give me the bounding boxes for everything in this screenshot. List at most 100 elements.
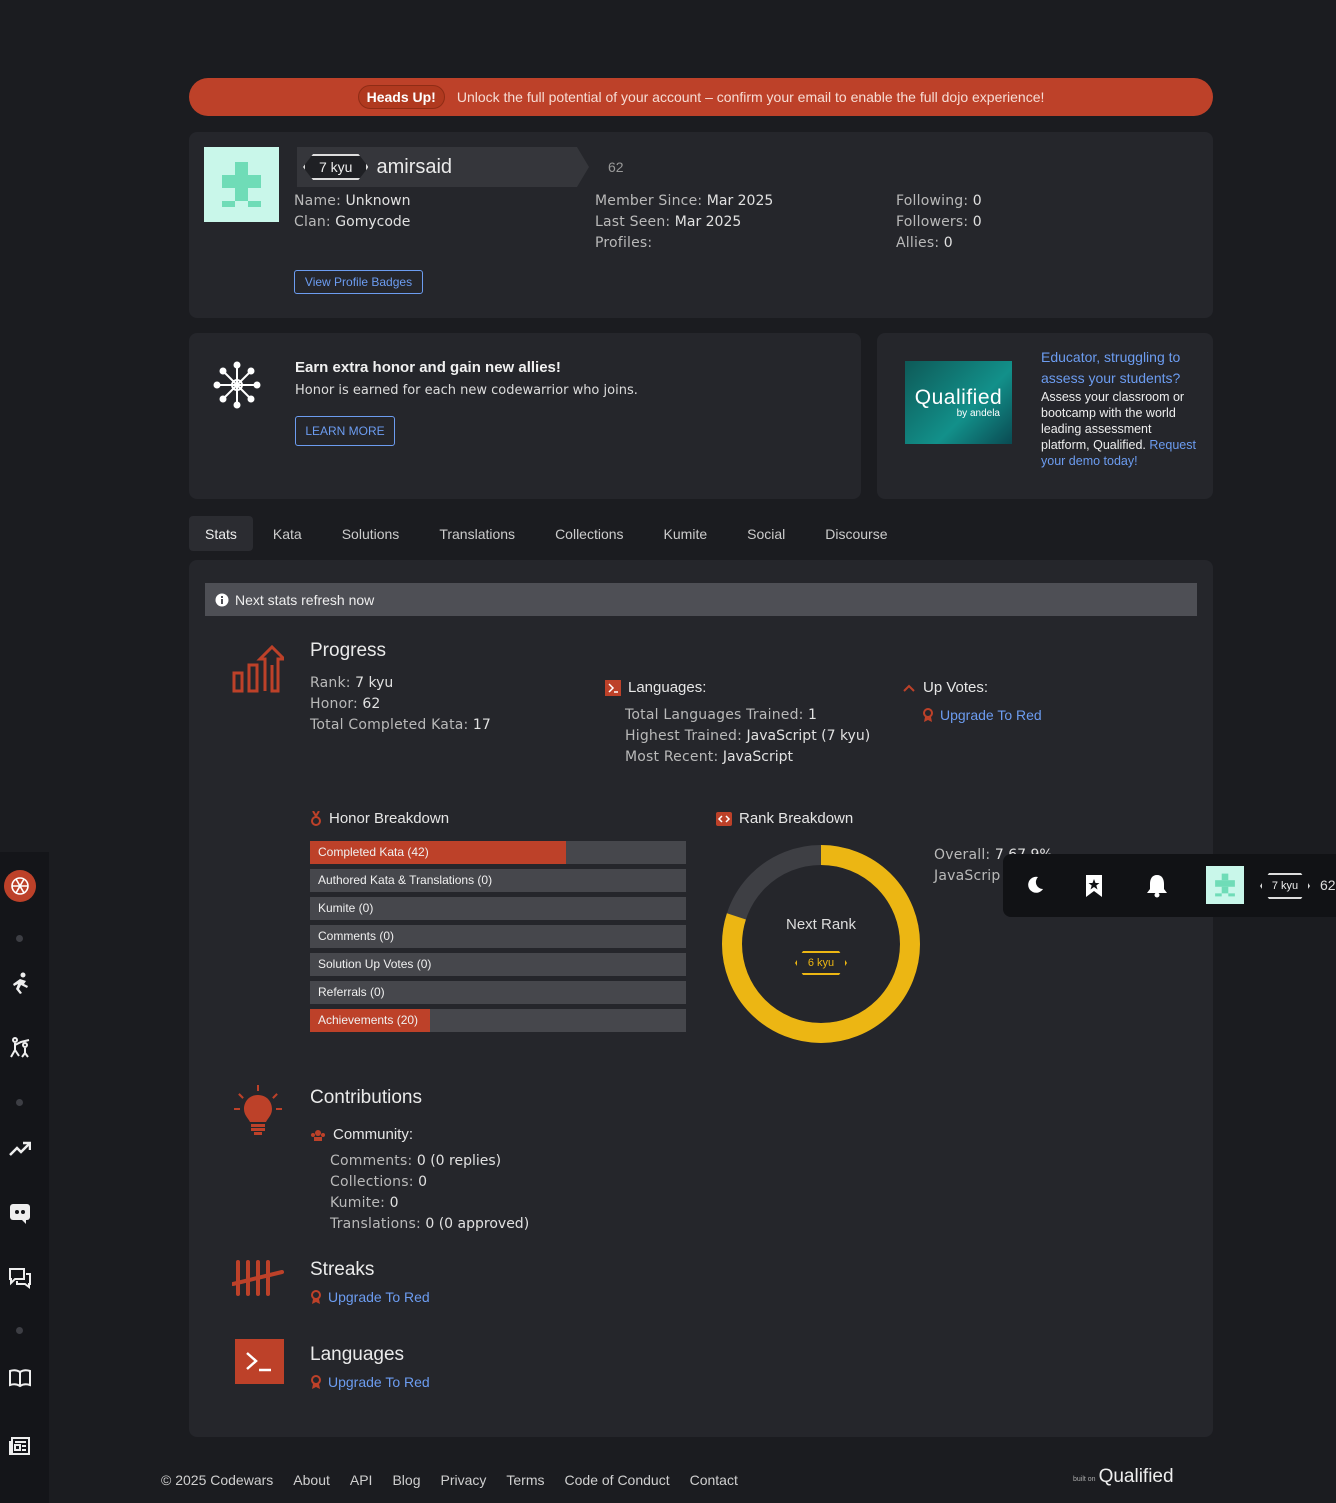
moon-icon[interactable]	[1025, 875, 1045, 895]
logo-mark	[4, 870, 36, 902]
footer-qualified-logo[interactable]: built on Qualified	[1073, 1466, 1174, 1488]
view-profile-badges-button[interactable]: View Profile Badges	[294, 270, 423, 294]
profile-info-col-1: Name: Unknown Clan: Gomycode	[294, 191, 410, 233]
martial-arts-icon	[10, 1037, 30, 1058]
codewars-logo-icon[interactable]	[0, 868, 40, 904]
info-icon	[215, 593, 229, 606]
qualified-ad-card[interactable]: Qualified by andela Educator, struggling…	[877, 333, 1213, 499]
qualified-logo[interactable]: Qualified by andela	[905, 361, 1012, 444]
honor-label: Honor:	[310, 696, 358, 712]
toolbar-rank-badge[interactable]: 7 kyu	[1260, 873, 1310, 899]
chat-bubbles-icon	[9, 1268, 31, 1289]
network-icon	[213, 361, 261, 409]
promo-title: Earn extra honor and gain new allies!	[295, 359, 561, 376]
languages-info: Total Languages Trained: 1 Highest Train…	[625, 705, 870, 768]
learn-more-button[interactable]: LEARN MORE	[295, 416, 395, 446]
tab-collections[interactable]: Collections	[535, 516, 643, 551]
rank-value: 7 kyu	[355, 675, 394, 691]
tab-kata[interactable]: Kata	[253, 516, 322, 551]
book-open-icon	[9, 1369, 31, 1388]
sidebar-item-leaderboards[interactable]	[0, 1136, 40, 1162]
running-icon	[13, 972, 28, 994]
footer-link-code-of-conduct[interactable]: Code of Conduct	[565, 1472, 670, 1488]
next-rank-badge: 6 kyu	[795, 951, 847, 975]
languages-subtitle-text: Languages:	[628, 679, 707, 696]
last-seen-value: Mar 2025	[674, 214, 742, 230]
honor-bar-label: Comments (0)	[318, 929, 395, 943]
tab-discourse[interactable]: Discourse	[805, 516, 907, 551]
bell-icon[interactable]	[1146, 874, 1168, 898]
tab-kumite[interactable]: Kumite	[644, 516, 728, 551]
collections-label: Collections:	[330, 1174, 414, 1190]
rank-breakdown-title-text: Rank Breakdown	[739, 810, 854, 827]
honor-value: 62	[362, 696, 381, 712]
streaks-upgrade-link[interactable]: Upgrade To Red	[328, 1289, 430, 1305]
progress-chart-icon	[232, 645, 284, 693]
footer-link-contact[interactable]: Contact	[690, 1472, 738, 1488]
sidebar-item-docs[interactable]	[0, 1364, 40, 1392]
user-toolbar: 7 kyu 62	[1003, 854, 1336, 917]
tally-marks-icon	[232, 1260, 284, 1296]
community-icon	[311, 1129, 325, 1141]
stats-refresh-notice: Next stats refresh now	[205, 583, 1197, 616]
sidebar-item-blog[interactable]	[0, 1432, 40, 1460]
most-recent-label: Most Recent:	[625, 749, 719, 765]
honor-breakdown-title: Honor Breakdown	[310, 810, 449, 827]
upgrade-to-red-link[interactable]: Upgrade To Red	[940, 707, 1042, 723]
clan-label: Clan:	[294, 214, 331, 230]
honor-bar-label: Completed Kata (42)	[318, 845, 429, 859]
tab-social[interactable]: Social	[727, 516, 805, 551]
upvotes-upgrade: Upgrade To Red	[922, 707, 1042, 723]
translations-label: Translations:	[330, 1216, 421, 1232]
languages-upgrade-link[interactable]: Upgrade To Red	[328, 1374, 430, 1390]
footer: © 2025 Codewars About API Blog Privacy T…	[161, 1472, 738, 1488]
translations-value: 0 (0 approved)	[425, 1216, 530, 1232]
honor-bar-label: Achievements (20)	[318, 1013, 419, 1027]
sidebar-item-dojo[interactable]	[0, 1034, 40, 1062]
kumite-value: 0	[389, 1195, 399, 1211]
sidebar-item-forum[interactable]	[0, 1264, 40, 1292]
banner-message[interactable]: Unlock the full potential of your accoun…	[457, 89, 1045, 105]
promo-text: Honor is earned for each new codewarrior…	[295, 383, 638, 398]
tab-solutions[interactable]: Solutions	[322, 516, 420, 551]
username: amirsaid	[376, 155, 453, 178]
profiles-label: Profiles:	[595, 235, 653, 251]
ribbon-icon	[923, 707, 933, 722]
tab-translations[interactable]: Translations	[419, 516, 535, 551]
terminal-icon	[605, 679, 621, 696]
toolbar-avatar[interactable]	[1206, 866, 1244, 904]
bookmark-icon[interactable]	[1085, 874, 1103, 898]
javascript-label: JavaScrip	[934, 868, 1001, 884]
comments-value: 0 (0 replies)	[416, 1153, 502, 1169]
languages-title: Languages	[310, 1344, 405, 1365]
footer-link-privacy[interactable]: Privacy	[440, 1472, 486, 1488]
most-recent-value: JavaScript	[722, 749, 794, 765]
upvotes-subtitle-text: Up Votes:	[923, 679, 989, 696]
progress-info: Rank: 7 kyu Honor: 62 Total Completed Ka…	[310, 673, 491, 736]
honor-bar: Completed Kata (42)	[310, 841, 686, 864]
footer-link-terms[interactable]: Terms	[506, 1472, 544, 1488]
community-info: Comments: 0 (0 replies) Collections: 0 K…	[330, 1151, 529, 1235]
followers-value[interactable]: 0	[973, 214, 982, 230]
rank-badge: 7 kyu	[303, 154, 368, 180]
tab-stats[interactable]: Stats	[189, 516, 253, 551]
footer-link-api[interactable]: API	[350, 1472, 373, 1488]
footer-link-about[interactable]: About	[293, 1472, 330, 1488]
allies-value[interactable]: 0	[944, 235, 953, 251]
footer-link-blog[interactable]: Blog	[392, 1472, 420, 1488]
sidebar-item-discord[interactable]	[0, 1199, 40, 1227]
kumite-label: Kumite:	[330, 1195, 386, 1211]
sidebar-item-practice[interactable]	[0, 970, 40, 998]
languages-upgrade: Upgrade To Red	[310, 1374, 430, 1390]
honor-bar: Authored Kata & Translations (0)	[310, 869, 686, 892]
following-value[interactable]: 0	[973, 193, 982, 209]
discord-icon	[10, 1204, 30, 1224]
following-label: Following:	[896, 193, 969, 209]
name-bar: 7 kyu amirsaid	[297, 147, 589, 187]
avatar[interactable]	[204, 147, 279, 222]
sidebar	[0, 852, 49, 1503]
qualified-headline[interactable]: Educator, struggling to assess your stud…	[1041, 347, 1201, 389]
identicon-icon	[222, 162, 261, 207]
sidebar-separator	[16, 1099, 23, 1106]
comments-label: Comments:	[330, 1153, 413, 1169]
